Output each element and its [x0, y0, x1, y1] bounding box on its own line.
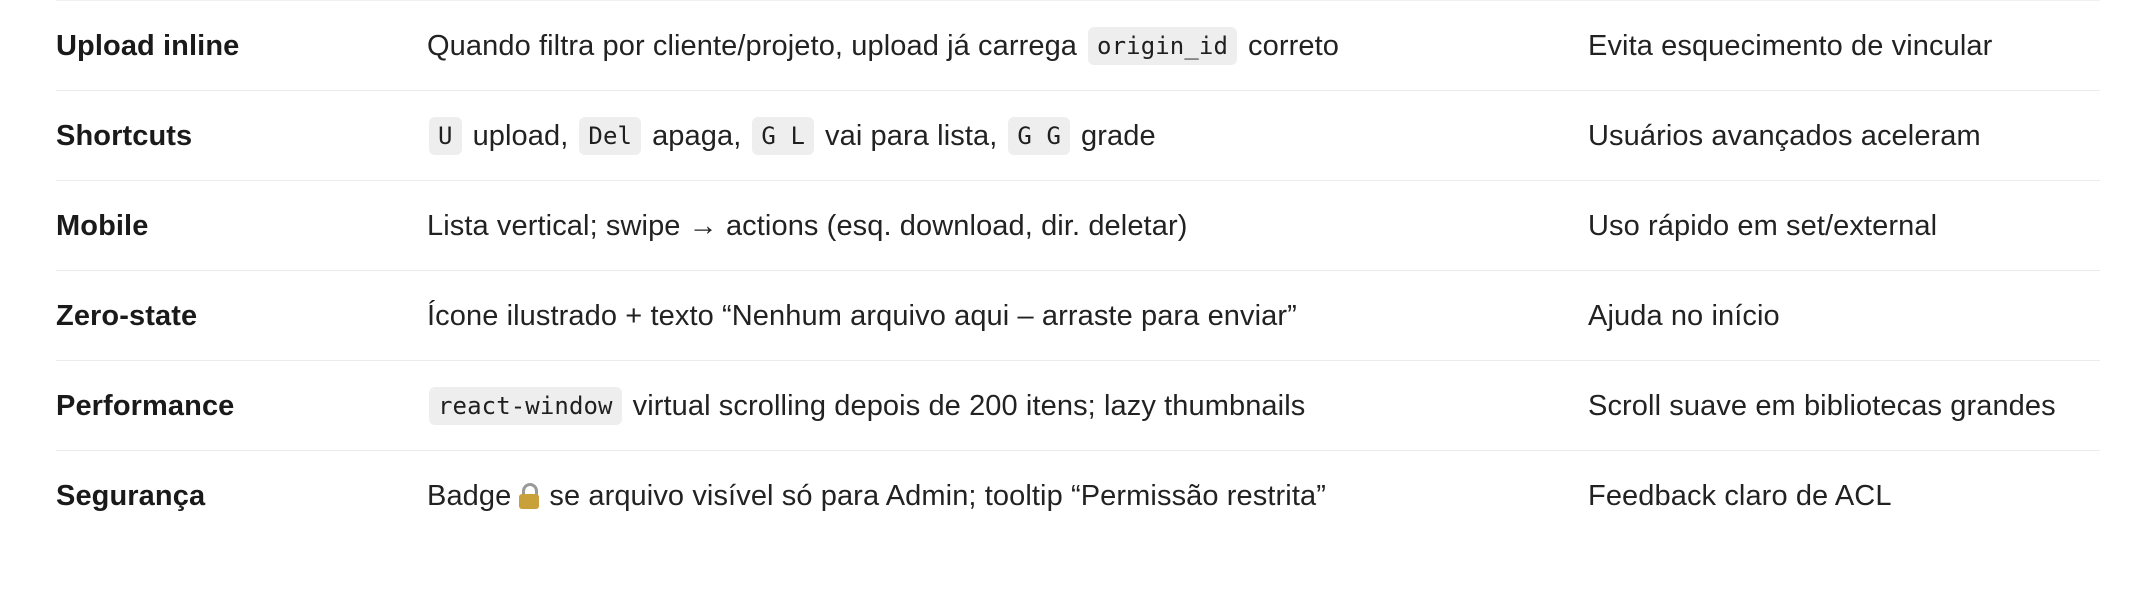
description-text: grade	[1081, 119, 1156, 152]
keyboard-key: Del	[579, 117, 642, 155]
description-text: Quando filtra por cliente/projeto, uploa…	[427, 29, 1078, 62]
description-text: Badge	[427, 479, 512, 512]
table-row: Upload inline Quando filtra por cliente/…	[56, 0, 2100, 90]
feature-description: Quando filtra por cliente/projeto, uploa…	[427, 1, 1339, 91]
description-text: apaga,	[652, 119, 742, 152]
table-row: Shortcuts U upload, Del apaga, G L vai p…	[56, 90, 2100, 180]
inline-code: react-window	[429, 387, 622, 425]
description-text: upload,	[472, 119, 569, 152]
feature-description: react-window virtual scrolling depois de…	[427, 361, 1305, 451]
feature-benefit: Ajuda no início	[1588, 299, 1780, 332]
feature-name: Performance	[56, 389, 235, 422]
inline-code: origin_id	[1088, 27, 1237, 65]
feature-name: Upload inline	[56, 29, 240, 62]
keyboard-key: U	[429, 117, 462, 155]
feature-name: Segurança	[56, 479, 206, 512]
feature-description: Ícone ilustrado + texto “Nenhum arquivo …	[427, 271, 1297, 361]
description-text: se arquivo visível só para Admin; toolti…	[549, 479, 1326, 512]
feature-name: Zero-state	[56, 299, 198, 332]
table-row: Zero-state Ícone ilustrado + texto “Nenh…	[56, 270, 2100, 360]
feature-name: Shortcuts	[56, 119, 193, 152]
table-row: Segurança Badge se arquivo visível só pa…	[56, 450, 2100, 540]
feature-description: Badge se arquivo visível só para Admin; …	[427, 451, 1326, 541]
feature-benefit: Feedback claro de ACL	[1588, 479, 1892, 512]
table-row: Mobile Lista vertical; swipe → actions (…	[56, 180, 2100, 270]
keyboard-key: G L	[752, 117, 815, 155]
feature-benefit: Scroll suave em bibliotecas grandes	[1588, 389, 2056, 422]
feature-benefit: Uso rápido em set/external	[1588, 209, 1938, 242]
feature-benefit: Usuários avançados aceleram	[1588, 119, 1981, 152]
feature-name: Mobile	[56, 209, 149, 242]
features-table: Upload inline Quando filtra por cliente/…	[56, 0, 2100, 540]
table-row: Performance react-window virtual scrolli…	[56, 360, 2100, 450]
description-text: vai para lista,	[825, 119, 998, 152]
feature-benefit: Evita esquecimento de vincular	[1588, 29, 1993, 62]
description-text: correto	[1248, 29, 1339, 62]
description-text: Ícone ilustrado + texto “Nenhum arquivo …	[427, 299, 1297, 332]
feature-description: U upload, Del apaga, G L vai para lista,…	[427, 91, 1156, 181]
description-text: virtual scrolling depois de 200 itens; l…	[632, 389, 1306, 422]
lock-icon	[519, 483, 540, 509]
keyboard-key: G G	[1008, 117, 1071, 155]
description-text: Lista vertical; swipe → actions (esq. do…	[427, 209, 1188, 242]
feature-description: Lista vertical; swipe → actions (esq. do…	[427, 181, 1187, 271]
